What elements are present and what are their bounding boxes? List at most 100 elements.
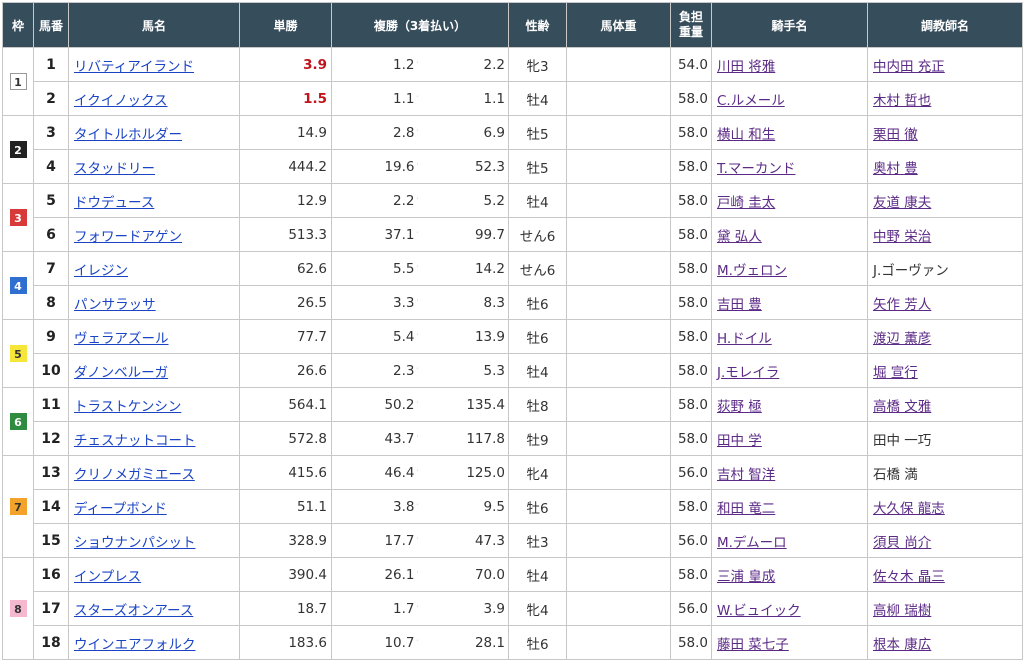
- horse-name-link[interactable]: ダノンベルーガ: [74, 365, 168, 381]
- place-odds-high: 99.7: [417, 217, 509, 252]
- jockey-link[interactable]: 藤田 菜七子: [717, 637, 789, 653]
- burden-weight: 56.0: [670, 523, 712, 558]
- jockey-link[interactable]: 田中 学: [717, 433, 762, 449]
- jockey-link[interactable]: 荻野 極: [717, 399, 762, 415]
- place-odds-separator: -: [417, 91, 418, 102]
- horse-name-link[interactable]: スタッドリー: [74, 161, 155, 177]
- horse-number: 8: [33, 285, 69, 320]
- horse-name-link[interactable]: イクイノックス: [74, 93, 168, 109]
- horse-name-link[interactable]: ショウナンパシット: [74, 535, 196, 551]
- trainer-link[interactable]: 中内田 充正: [873, 59, 945, 75]
- burden-weight: 58.0: [670, 557, 712, 592]
- waku-badge: 5: [9, 345, 27, 362]
- horse-name-link[interactable]: インプレス: [74, 569, 141, 585]
- horse-number: 14: [33, 489, 69, 524]
- win-odds: 1.5: [239, 81, 332, 116]
- place-odds-low: 3.8-: [331, 489, 418, 524]
- jockey-link[interactable]: 三浦 皇成: [717, 569, 775, 585]
- trainer-link[interactable]: 中野 栄治: [873, 229, 931, 245]
- place-odds-high: 47.3: [417, 523, 509, 558]
- jockey-cell: 吉田 豊: [711, 285, 868, 320]
- horse-name-link[interactable]: クリノメガミエース: [74, 467, 195, 483]
- jockey-link[interactable]: 横山 和生: [717, 127, 775, 143]
- trainer-name: 田中 一巧: [873, 432, 932, 449]
- jockey-link[interactable]: T.マーカンド: [717, 161, 795, 177]
- horse-name-link[interactable]: パンサラッサ: [74, 297, 156, 313]
- place-odds-separator: -: [417, 533, 418, 544]
- trainer-link[interactable]: 大久保 龍志: [873, 501, 945, 517]
- horse-name-link[interactable]: ディープボンド: [74, 501, 167, 517]
- trainer-cell: 高柳 瑞樹: [867, 591, 1023, 626]
- horse-name-link[interactable]: ドウデュース: [74, 195, 154, 211]
- sex-age: 牡4: [508, 81, 567, 116]
- jockey-link[interactable]: 和田 竜二: [717, 501, 775, 517]
- table-row: 11リバティアイランド3.91.2-2.2牝354.0川田 将雅中内田 充正: [2, 47, 1023, 116]
- place-odds-low: 2.2-: [331, 183, 418, 218]
- trainer-link[interactable]: 渡辺 薫彦: [873, 331, 931, 347]
- trainer-link[interactable]: 佐々木 晶三: [873, 569, 945, 585]
- sex-age: 牡8: [508, 387, 567, 422]
- jockey-link[interactable]: C.ルメール: [717, 93, 785, 109]
- horse-name-link[interactable]: タイトルホルダー: [74, 127, 182, 143]
- place-odds-low: 43.7-: [331, 421, 418, 456]
- horse-number: 2: [33, 81, 69, 116]
- horse-name-link[interactable]: リバティアイランド: [74, 59, 194, 75]
- trainer-link[interactable]: 友道 康夫: [873, 195, 931, 211]
- win-odds: 572.8: [239, 421, 332, 456]
- horse-name-link[interactable]: チェスナットコート: [74, 433, 196, 449]
- jockey-link[interactable]: 戸崎 圭太: [717, 195, 775, 211]
- horse-name-link[interactable]: トラストケンシン: [74, 399, 181, 415]
- jockey-link[interactable]: 川田 将雅: [717, 59, 775, 75]
- jockey-link[interactable]: 吉田 豊: [717, 297, 762, 313]
- burden-weight: 58.0: [670, 353, 712, 388]
- horse-name-link[interactable]: ヴェラアズール: [74, 331, 169, 347]
- horse-name-link[interactable]: イレジン: [74, 263, 128, 279]
- trainer-cell: J.ゴーヴァン: [867, 251, 1023, 286]
- place-odds-low-value: 17.7: [384, 532, 415, 549]
- place-odds-high: 2.2: [417, 47, 509, 82]
- trainer-link[interactable]: 矢作 芳人: [873, 297, 931, 313]
- table-row: 23タイトルホルダー14.92.8-6.9牡558.0横山 和生栗田 徹: [2, 115, 1023, 184]
- body-weight: [566, 183, 671, 218]
- waku-cell: 8: [2, 557, 34, 660]
- body-weight: [566, 557, 671, 592]
- jockey-cell: 藤田 菜七子: [711, 625, 868, 660]
- jockey-link[interactable]: 吉村 智洋: [717, 467, 775, 483]
- horse-name-cell: パンサラッサ: [68, 285, 240, 320]
- trainer-link[interactable]: 須貝 尚介: [873, 535, 931, 551]
- place-odds-high: 70.0: [417, 557, 509, 592]
- horse-name-link[interactable]: スターズオンアース: [74, 603, 193, 619]
- trainer-link[interactable]: 奥村 豊: [873, 161, 918, 177]
- horse-number: 3: [33, 115, 69, 150]
- jockey-link[interactable]: M.デムーロ: [717, 535, 787, 551]
- sex-age: 牡4: [508, 557, 567, 592]
- trainer-link[interactable]: 木村 哲也: [873, 93, 931, 109]
- sex-age: 牡5: [508, 149, 567, 184]
- horse-name-cell: トラストケンシン: [68, 387, 240, 422]
- burden-weight: 58.0: [670, 115, 712, 150]
- table-row: 611トラストケンシン564.150.2-135.4牡858.0荻野 極高橋 文…: [2, 387, 1023, 456]
- place-odds-low-value: 1.1: [393, 90, 415, 107]
- place-odds-separator: -: [417, 601, 418, 612]
- jockey-link[interactable]: H.ドイル: [717, 331, 772, 347]
- trainer-link[interactable]: 高柳 瑞樹: [873, 603, 931, 619]
- header-burden-line2: 重量: [678, 25, 703, 39]
- win-odds: 564.1: [239, 387, 332, 422]
- place-odds-low: 17.7-: [331, 523, 418, 558]
- place-odds-low-value: 2.3: [393, 362, 415, 379]
- jockey-link[interactable]: M.ヴェロン: [717, 263, 787, 279]
- jockey-link[interactable]: J.モレイラ: [717, 365, 779, 381]
- jockey-link[interactable]: 黛 弘人: [717, 229, 762, 245]
- trainer-link[interactable]: 堀 宣行: [873, 365, 918, 381]
- race-entries-table: 枠 馬番 馬名 単勝 複勝（3着払い） 性齢 馬体重 負担 重量 騎手名 調教師…: [2, 2, 1023, 660]
- horse-name-cell: ショウナンパシット: [68, 523, 240, 558]
- trainer-link[interactable]: 栗田 徹: [873, 127, 918, 143]
- trainer-link[interactable]: 根本 康広: [873, 637, 931, 653]
- body-weight: [566, 115, 671, 150]
- horse-name-link[interactable]: ウインエアフォルク: [74, 637, 196, 653]
- place-odds-high: 9.5: [417, 489, 509, 524]
- jockey-link[interactable]: W.ビュイック: [717, 603, 801, 619]
- horse-name-link[interactable]: フォワードアゲン: [74, 229, 182, 245]
- trainer-cell: 中野 栄治: [867, 217, 1023, 252]
- trainer-link[interactable]: 高橋 文雅: [873, 399, 931, 415]
